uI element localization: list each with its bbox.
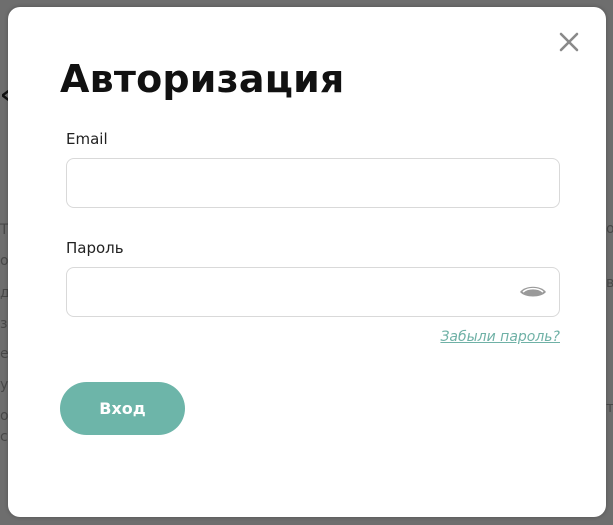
background-fragment: з <box>0 316 8 332</box>
background-fragment: с <box>0 429 8 445</box>
modal-title: Авторизация <box>60 57 345 101</box>
close-icon <box>559 32 579 52</box>
close-button[interactable] <box>558 31 580 53</box>
background-fragment: о <box>606 221 613 237</box>
login-button[interactable]: Вход <box>60 382 185 435</box>
eye-icon <box>520 286 546 297</box>
forgot-password-link[interactable]: Забыли пароль? <box>440 329 560 345</box>
email-label: Email <box>66 130 108 148</box>
email-field[interactable] <box>66 158 560 208</box>
password-label: Пароль <box>66 239 124 257</box>
show-password-toggle[interactable] <box>518 282 548 302</box>
login-modal: Авторизация Email Пароль Забыли пароль? … <box>8 7 606 517</box>
background-fragment: в <box>606 275 613 291</box>
password-field[interactable] <box>66 267 560 317</box>
background-fragment: т <box>606 400 613 416</box>
